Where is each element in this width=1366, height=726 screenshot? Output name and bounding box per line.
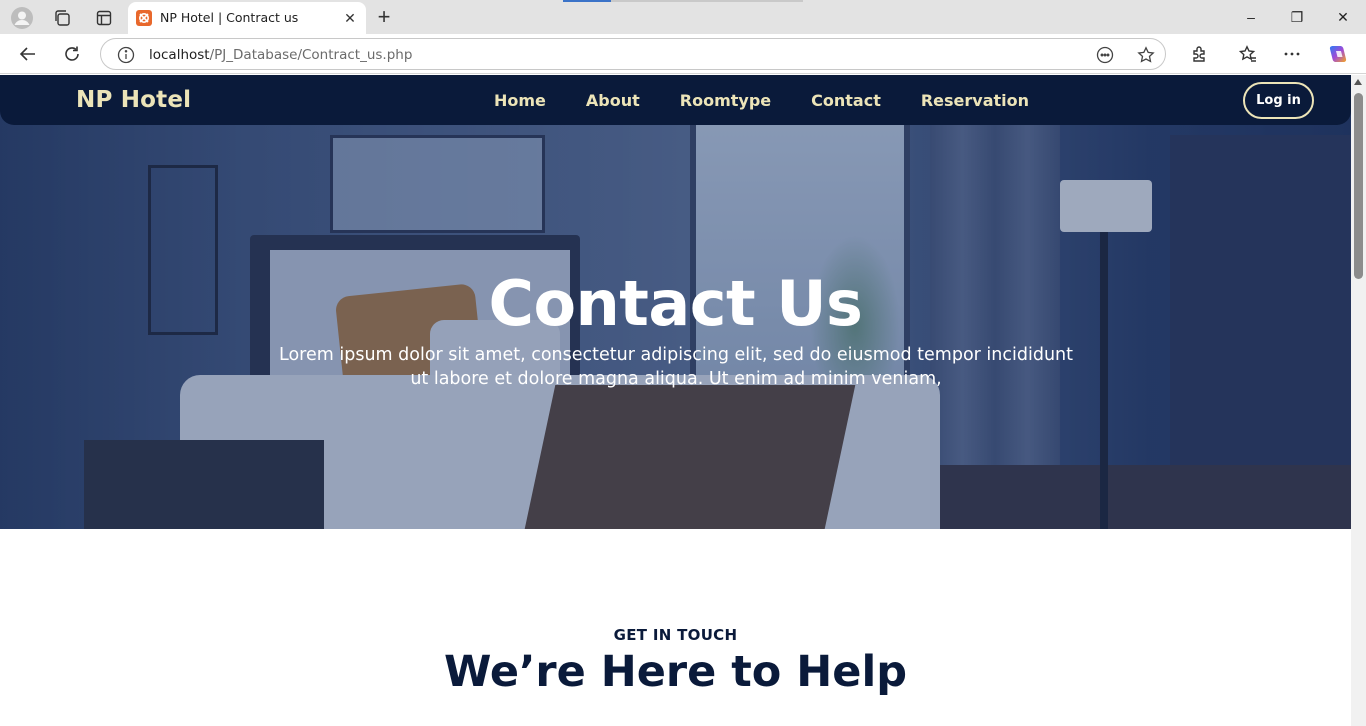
section-title: We’re Here to Help: [444, 647, 907, 697]
extensions-icon[interactable]: [1187, 42, 1211, 66]
close-window-button[interactable]: ✕: [1320, 4, 1366, 30]
more-options-icon[interactable]: [1280, 42, 1304, 66]
nav-link-about[interactable]: About: [586, 91, 640, 110]
xampp-icon: [136, 10, 152, 26]
browser-tab-bar: NP Hotel | Contract us ✕ + – ❐ ✕: [0, 0, 1366, 34]
tab-title: NP Hotel | Contract us: [160, 10, 299, 25]
url-host: localhost: [149, 47, 210, 63]
hero-subtitle: Lorem ipsum dolor sit amet, consectetur …: [279, 345, 1073, 389]
tab-strip-indicator: [563, 0, 611, 2]
vertical-tabs-icon[interactable]: [92, 6, 116, 30]
favorites-icon[interactable]: [1236, 42, 1260, 66]
profile-icon[interactable]: [10, 6, 34, 30]
hero-title: Contact Us: [488, 267, 863, 340]
restore-button[interactable]: ❐: [1274, 4, 1320, 30]
browser-toolbar: localhost/PJ_Database/Contract_us.php: [0, 34, 1366, 74]
refresh-icon[interactable]: [60, 42, 84, 66]
url-text: localhost/PJ_Database/Contract_us.php: [149, 47, 412, 63]
tab-active[interactable]: NP Hotel | Contract us ✕: [128, 2, 366, 34]
tab-strip-indicator-track: [611, 0, 803, 2]
back-arrow-icon[interactable]: [16, 42, 40, 66]
site-logo[interactable]: NP Hotel: [76, 87, 191, 113]
hero-banner: Contact Us Lorem ipsum dolor sit amet, c…: [0, 75, 1351, 529]
address-bar[interactable]: localhost/PJ_Database/Contract_us.php: [100, 38, 1166, 70]
copilot-icon[interactable]: [1326, 42, 1350, 66]
login-button[interactable]: Log in: [1243, 82, 1314, 119]
favorite-star-icon[interactable]: [1136, 45, 1156, 65]
minimize-button[interactable]: –: [1228, 4, 1274, 30]
nav-link-contact[interactable]: Contact: [811, 91, 881, 110]
section-kicker: GET IN TOUCH: [613, 626, 738, 644]
reading-mode-icon[interactable]: [1095, 45, 1115, 65]
workspaces-icon[interactable]: [50, 6, 74, 30]
nav-link-reservation[interactable]: Reservation: [921, 91, 1029, 110]
url-path: /PJ_Database/Contract_us.php: [209, 47, 413, 63]
scroll-up-arrow-icon[interactable]: [1354, 79, 1362, 85]
site-info-icon[interactable]: [117, 46, 135, 64]
page-scrollbar[interactable]: [1351, 75, 1366, 726]
site-navbar: NP Hotel Home About Roomtype Contact Res…: [0, 75, 1351, 125]
nav-link-roomtype[interactable]: Roomtype: [680, 91, 771, 110]
nav-links: Home About Roomtype Contact Reservation: [494, 91, 1069, 110]
scrollbar-thumb[interactable]: [1354, 93, 1363, 279]
nav-link-home[interactable]: Home: [494, 91, 546, 110]
page-viewport: Contact Us Lorem ipsum dolor sit amet, c…: [0, 75, 1351, 726]
new-tab-button[interactable]: +: [372, 4, 396, 29]
close-tab-icon[interactable]: ✕: [340, 8, 360, 28]
